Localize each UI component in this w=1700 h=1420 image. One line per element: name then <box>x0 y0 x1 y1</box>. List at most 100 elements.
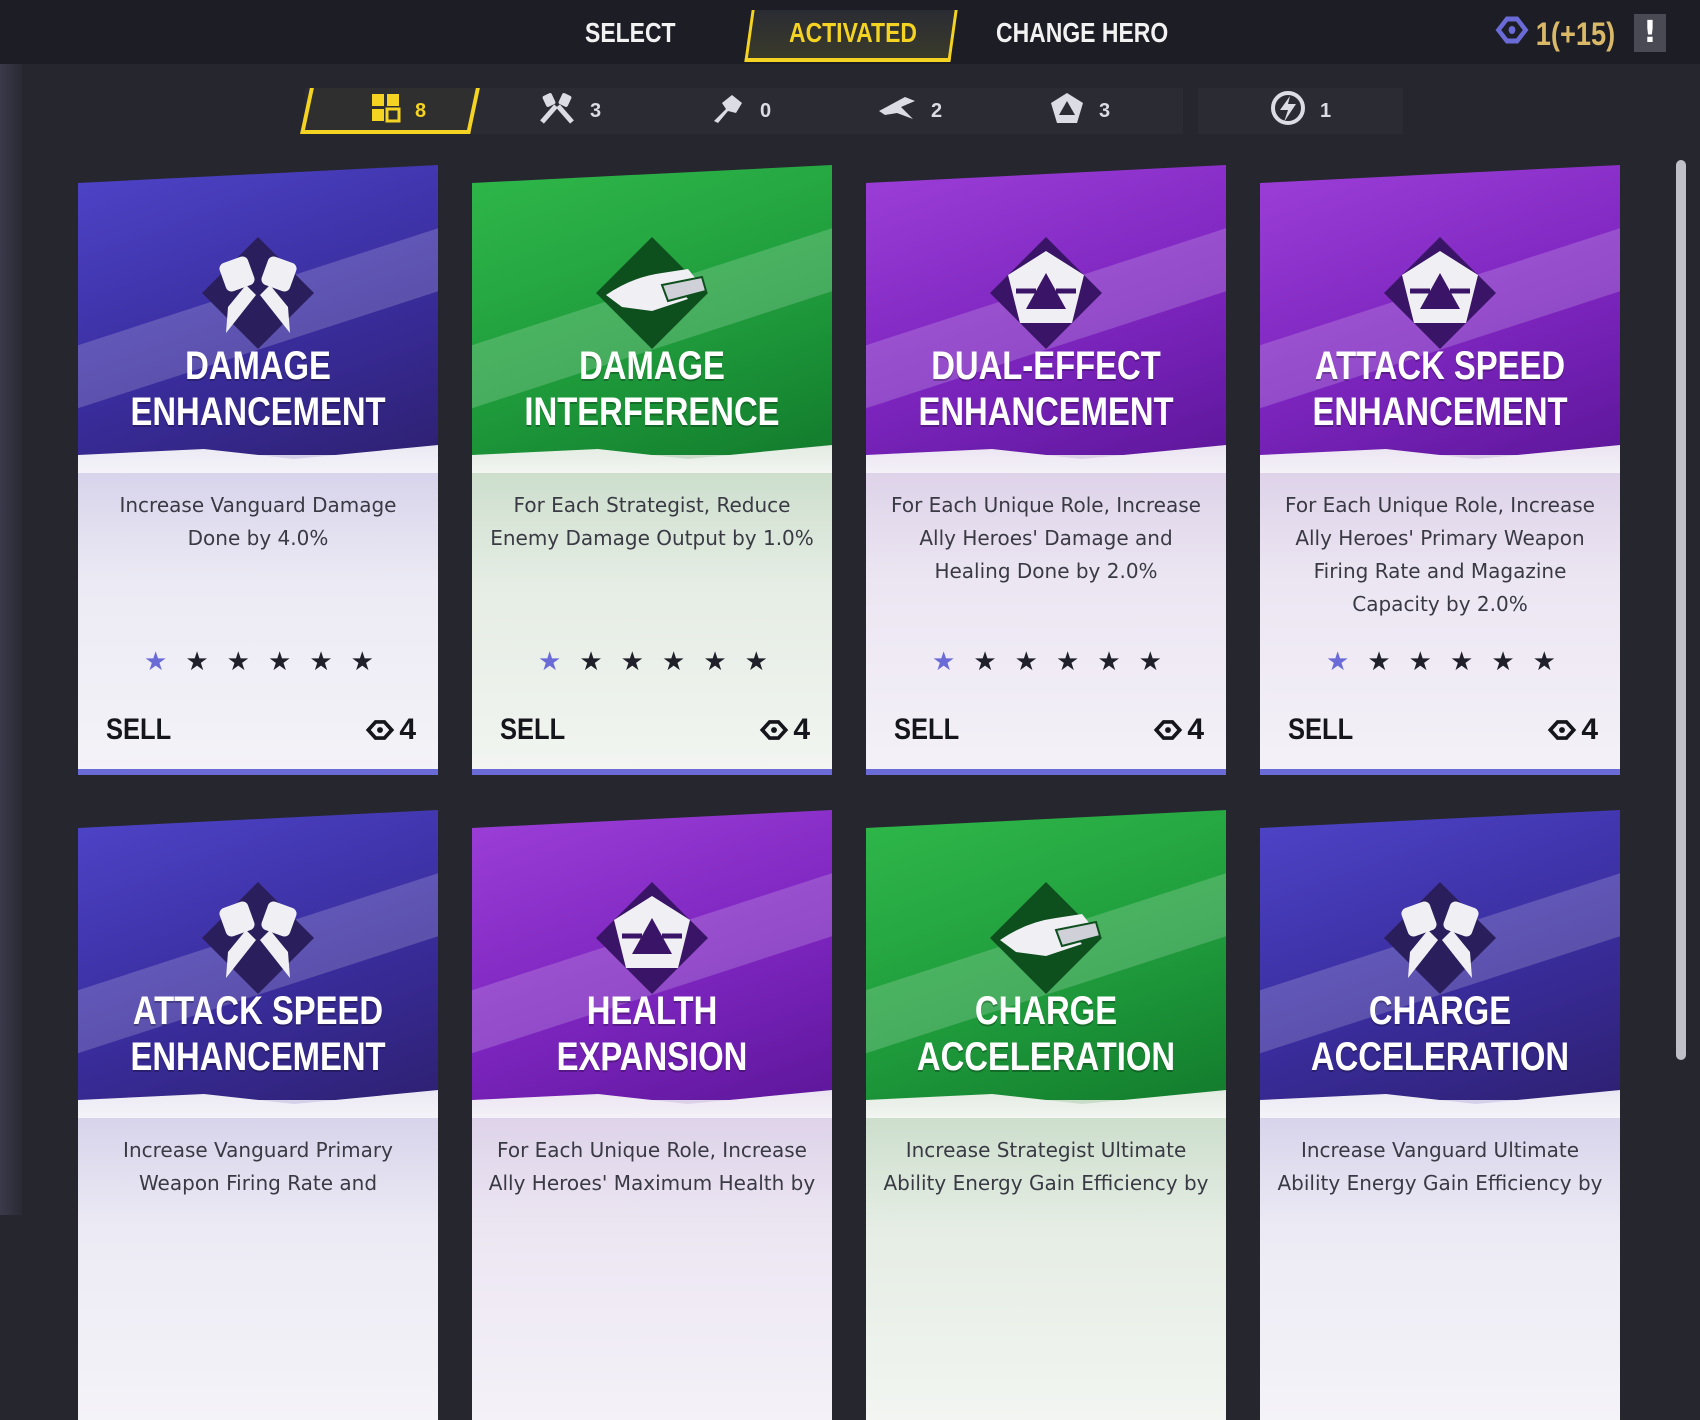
star-icon: ★ <box>1367 647 1391 677</box>
tab-change-hero[interactable]: CHANGE HERO <box>996 10 1168 56</box>
card-description: Increase Vanguard Primary Weapon Firing … <box>123 1138 393 1195</box>
filter-count: 8 <box>415 99 427 122</box>
star-icon: ★ <box>1014 647 1038 677</box>
vanguard-fists-icon <box>202 237 314 349</box>
star-icon: ★ <box>1055 647 1080 677</box>
star-rating: ★ ★ ★ ★ ★ ★ <box>1326 647 1556 677</box>
scrollbar-track[interactable] <box>1676 160 1686 1060</box>
card-title-line-1: CHARGE <box>1368 989 1512 1033</box>
star-icon: ★ <box>1491 647 1515 677</box>
sell-price: 4 <box>365 713 416 747</box>
wing-icon <box>877 93 917 129</box>
augment-card[interactable]: ATTACK SPEED ENHANCEMENT Increase Vanguard… <box>78 810 438 1420</box>
sell-button[interactable]: SELL <box>1288 713 1353 747</box>
price-value: 4 <box>1187 713 1204 746</box>
filter-vanguard[interactable]: 3 <box>538 88 601 134</box>
star-icon: ★ <box>309 647 333 677</box>
chrono-token-icon <box>366 720 395 740</box>
strategist-icon <box>986 233 1106 353</box>
tab-select[interactable]: SELECT <box>585 10 676 56</box>
card-title-line-2: ENHANCEMENT <box>130 390 386 434</box>
card-title-line-2: EXPANSION <box>556 1035 748 1079</box>
filter-count: 0 <box>760 99 772 122</box>
strategist-icon <box>1380 233 1500 353</box>
card-title: CHARGE ACCELERATION <box>1292 988 1587 1080</box>
sell-button[interactable]: SELL <box>894 713 959 747</box>
card-title-line-1: DAMAGE <box>185 344 331 388</box>
currency-value: 1(+15) <box>1535 15 1616 52</box>
star-icon: ★ <box>703 647 727 677</box>
star-icon: ★ <box>226 647 250 677</box>
sell-price: 4 <box>759 713 810 747</box>
hand-card-icon <box>595 236 709 350</box>
price-value: 4 <box>1581 713 1598 746</box>
hand-card-icon <box>989 881 1103 995</box>
star-icon: ★ <box>1408 647 1432 677</box>
duelist-icon <box>710 91 746 131</box>
filter-bar: 8 3 0 2 3 1 <box>300 88 1403 134</box>
vanguard-fists-icon <box>538 92 576 130</box>
star-icon: ★ <box>973 647 997 677</box>
card-description: For Each Strategist, Reduce Enemy Damage… <box>490 493 814 550</box>
card-title: CHARGE ACCELERATION <box>898 988 1193 1080</box>
card-description: Increase Strategist Ultimate Ability Ene… <box>883 1138 1209 1195</box>
star-icon: ★ <box>1449 647 1474 677</box>
star-icon: ★ <box>538 647 562 677</box>
card-title-line-1: CHARGE <box>974 989 1118 1033</box>
filter-count: 2 <box>931 99 943 122</box>
star-icon: ★ <box>1532 647 1556 677</box>
card-title-line-1: DAMAGE <box>579 344 725 388</box>
star-icon: ★ <box>144 647 168 677</box>
chrono-token-icon <box>760 720 789 740</box>
star-rating: ★ ★ ★ ★ ★ ★ <box>932 647 1162 677</box>
card-title: DUAL-EFFECT ENHANCEMENT <box>898 343 1193 435</box>
filter-wing[interactable]: 2 <box>877 88 942 134</box>
star-icon: ★ <box>1326 647 1350 677</box>
star-icon: ★ <box>744 647 768 677</box>
background-edge <box>0 0 22 1215</box>
card-title: DAMAGE INTERFERENCE <box>504 343 799 435</box>
strategist-icon <box>1049 91 1085 131</box>
chrono-token-icon <box>1548 720 1577 740</box>
augment-card[interactable]: DAMAGE ENHANCEMENT Increase Vanguard Damag… <box>78 165 438 775</box>
star-icon: ★ <box>620 647 644 677</box>
augment-card[interactable]: DAMAGE INTERFERENCE For Each Strategist, R… <box>472 165 832 775</box>
card-title: DAMAGE ENHANCEMENT <box>110 343 405 435</box>
filter-strategist[interactable]: 3 <box>1049 88 1110 134</box>
alert-button[interactable]: ! <box>1634 14 1666 52</box>
filter-duelist[interactable]: 0 <box>710 88 771 134</box>
star-rating: ★ ★ ★ ★ ★ ★ <box>144 647 374 677</box>
chrono-token-icon <box>1495 15 1529 53</box>
filter-count: 3 <box>590 99 602 122</box>
star-icon: ★ <box>185 647 209 677</box>
scrollbar-thumb[interactable] <box>1676 160 1686 1060</box>
augment-card[interactable]: CHARGE ACCELERATION Increase Strategist Ul… <box>866 810 1226 1420</box>
filter-energy[interactable]: 1 <box>1270 88 1331 134</box>
currency-display: 1(+15) <box>1495 12 1615 56</box>
card-title-line-1: HEALTH <box>586 989 718 1033</box>
sell-button[interactable]: SELL <box>106 713 171 747</box>
strategist-icon <box>592 878 712 998</box>
card-bottom-edge <box>472 769 832 775</box>
card-title-line-1: ATTACK SPEED <box>132 989 384 1033</box>
sell-button[interactable]: SELL <box>500 713 565 747</box>
star-icon: ★ <box>932 647 956 677</box>
card-title-line-1: ATTACK SPEED <box>1314 344 1566 388</box>
card-title-line-2: ENHANCEMENT <box>1312 390 1568 434</box>
card-title-line-2: ENHANCEMENT <box>918 390 1174 434</box>
card-description: For Each Unique Role, Increase Ally Hero… <box>891 493 1201 583</box>
card-title-line-2: ACCELERATION <box>916 1035 1176 1079</box>
star-icon: ★ <box>267 647 292 677</box>
card-bottom-edge <box>866 769 1226 775</box>
augment-card[interactable]: ATTACK SPEED ENHANCEMENT For Each Unique R… <box>1260 165 1620 775</box>
tab-activated[interactable]: ACTIVATED <box>789 10 917 56</box>
card-bottom-edge <box>1260 769 1620 775</box>
augment-card[interactable]: CHARGE ACCELERATION Increase Vanguard Ulti… <box>1260 810 1620 1420</box>
sell-price: 4 <box>1547 713 1598 747</box>
card-bottom-edge <box>78 769 438 775</box>
augment-card[interactable]: HEALTH EXPANSION For Each Unique Role, Inc… <box>472 810 832 1420</box>
augment-card[interactable]: DUAL-EFFECT ENHANCEMENT For Each Unique Ro… <box>866 165 1226 775</box>
star-rating: ★ ★ ★ ★ ★ ★ <box>538 647 768 677</box>
filter-all[interactable]: 8 <box>371 88 426 134</box>
vanguard-fists-icon <box>1384 882 1496 994</box>
